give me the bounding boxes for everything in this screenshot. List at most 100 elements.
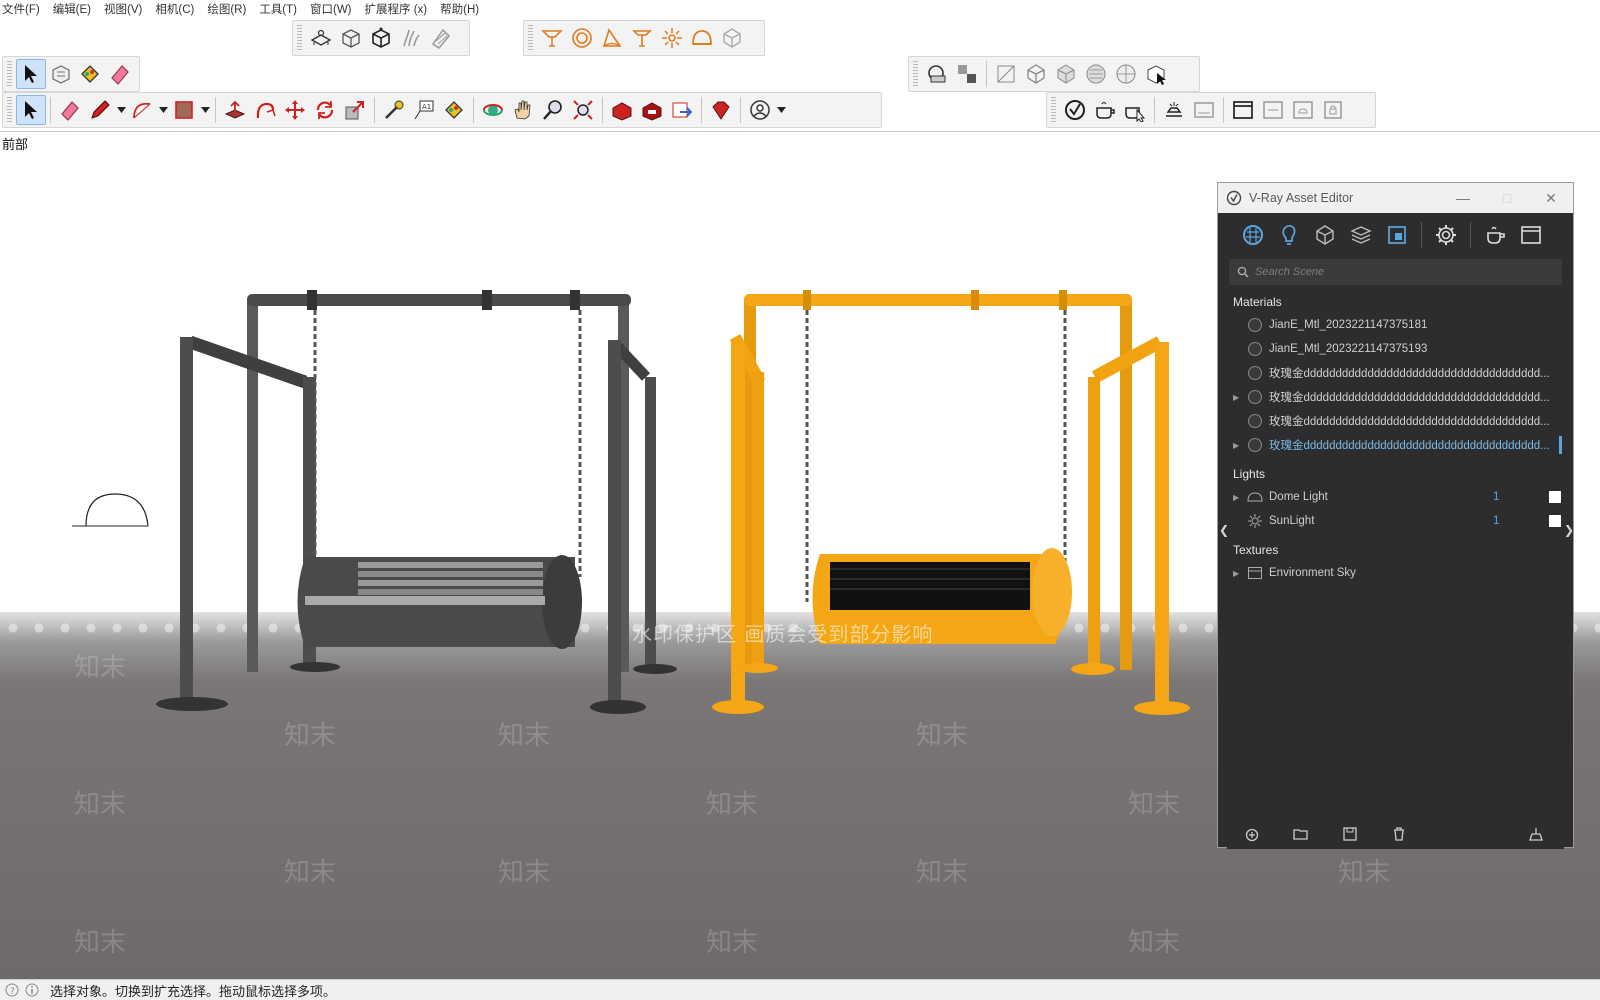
orbit-icon[interactable] [478, 95, 508, 125]
material-item[interactable]: JianE_Mtl_2023221147375193 [1227, 337, 1564, 361]
eraser-icon[interactable] [105, 59, 135, 89]
vray-ies-light-icon[interactable] [627, 23, 657, 53]
menu-tools[interactable]: 工具(T) [259, 1, 297, 17]
geometry-category-icon[interactable] [1307, 217, 1343, 253]
xray-icon[interactable] [991, 59, 1021, 89]
paint-tool-icon[interactable] [439, 95, 469, 125]
window-icon[interactable] [1228, 95, 1258, 125]
menu-window[interactable]: 窗口(W) [310, 1, 352, 17]
vray-logo-icon[interactable] [1060, 95, 1090, 125]
section-plane-icon[interactable] [922, 59, 952, 89]
arc-icon[interactable] [127, 95, 157, 125]
menu-help[interactable]: 帮助(H) [440, 1, 479, 17]
rotate-icon[interactable] [310, 95, 340, 125]
toolbar-grip[interactable] [297, 25, 302, 51]
frame-buffer-icon[interactable] [1189, 95, 1219, 125]
delete-icon[interactable] [1374, 826, 1423, 842]
scale-icon[interactable] [340, 95, 370, 125]
arc-dropdown-icon[interactable] [157, 95, 169, 125]
toolbar-grip[interactable] [7, 97, 12, 123]
add-asset-icon[interactable] [1227, 826, 1276, 842]
back-view-icon[interactable] [426, 23, 456, 53]
lights-category-icon[interactable] [1271, 217, 1307, 253]
move-icon[interactable] [280, 95, 310, 125]
expand-caret-icon[interactable]: ▶ [1233, 393, 1243, 402]
light-item[interactable]: SunLight 1 [1227, 509, 1564, 533]
vray-spot-light-icon[interactable] [597, 23, 627, 53]
lock-icon[interactable] [1318, 95, 1348, 125]
textures-category-icon[interactable] [1379, 217, 1415, 253]
render-teapot-icon[interactable] [1477, 217, 1513, 253]
follow-me-icon[interactable] [250, 95, 280, 125]
lights-section-header[interactable]: Lights [1227, 457, 1564, 485]
pencil-dropdown-icon[interactable] [115, 95, 127, 125]
iso-view-icon[interactable] [306, 23, 336, 53]
toolbar-grip[interactable] [7, 61, 12, 87]
text-icon[interactable]: A1 [409, 95, 439, 125]
purge-icon[interactable] [1511, 826, 1560, 842]
account-dropdown-icon[interactable] [775, 95, 787, 125]
light-item[interactable]: ▶ Dome Light 1 [1227, 485, 1564, 509]
rectangle-icon[interactable] [169, 95, 199, 125]
render-icon[interactable] [1090, 95, 1120, 125]
shaded-icon[interactable] [1081, 59, 1111, 89]
material-item[interactable]: ▶ 玫瑰金dddddddddddddddddddddddddddddddddddd… [1227, 433, 1564, 457]
material-item[interactable]: 玫瑰金ddddddddddddddddddddddddddddddddddddd… [1227, 361, 1564, 385]
rectangle-dropdown-icon[interactable] [199, 95, 211, 125]
pan-icon[interactable] [508, 95, 538, 125]
right-view-icon[interactable] [396, 23, 426, 53]
vray-dome-light-icon[interactable] [687, 23, 717, 53]
menu-file[interactable]: 文件(F) [2, 1, 40, 17]
material-item[interactable]: 玫瑰金ddddddddddddddddddddddddddddddddddddd… [1227, 409, 1564, 433]
texture-item[interactable]: ▶ Environment Sky [1227, 561, 1564, 585]
hidden-line-icon[interactable] [1051, 59, 1081, 89]
textures-section-header[interactable]: Textures [1227, 533, 1564, 561]
select-tool-icon[interactable] [16, 95, 46, 125]
component-select-icon[interactable] [1141, 59, 1171, 89]
frame-buffer-window-icon[interactable] [1513, 217, 1549, 253]
zoom-extents-icon[interactable] [568, 95, 598, 125]
menu-edit[interactable]: 编辑(E) [53, 1, 91, 17]
menu-view[interactable]: 视图(V) [104, 1, 142, 17]
collapse-right-icon[interactable]: ❯ [1564, 523, 1574, 537]
menu-extensions[interactable]: 扩展程序 (x) [365, 1, 428, 17]
account-icon[interactable] [745, 95, 775, 125]
tape-measure-icon[interactable] [379, 95, 409, 125]
search-input[interactable] [1255, 266, 1535, 278]
cloud-render-icon[interactable] [1288, 95, 1318, 125]
yellow-swing[interactable] [712, 290, 1190, 715]
info-icon[interactable] [24, 982, 40, 998]
render-elements-category-icon[interactable] [1343, 217, 1379, 253]
push-pull-icon[interactable] [220, 95, 250, 125]
top-view-icon[interactable] [336, 23, 366, 53]
geo-location-icon[interactable]: ? [4, 982, 20, 998]
light-enable-checkbox[interactable] [1549, 491, 1561, 503]
maximize-icon[interactable]: □ [1485, 190, 1529, 207]
open-file-icon[interactable] [1276, 826, 1325, 842]
paint-bucket-icon[interactable] [75, 59, 105, 89]
expand-caret-icon[interactable]: ▶ [1233, 493, 1243, 502]
select-icon[interactable] [15, 59, 46, 89]
vray-titlebar[interactable]: V-Ray Asset Editor — □ ✕ [1218, 183, 1573, 213]
vray-sphere-light-icon[interactable] [567, 23, 597, 53]
shaded-textures-icon[interactable] [1111, 59, 1141, 89]
toolbar-grip[interactable] [528, 25, 533, 51]
send-to-layout-icon[interactable] [667, 95, 697, 125]
save-icon[interactable] [1325, 826, 1374, 842]
zoom-icon[interactable] [538, 95, 568, 125]
menu-camera[interactable]: 相机(C) [155, 1, 194, 17]
pencil-icon[interactable] [85, 95, 115, 125]
front-view-icon[interactable] [366, 23, 396, 53]
vray-omni-light-icon[interactable] [657, 23, 687, 53]
lightmix-icon[interactable] [1159, 95, 1189, 125]
vray-mesh-light-icon[interactable] [717, 23, 747, 53]
materials-category-icon[interactable] [1235, 217, 1271, 253]
close-icon[interactable]: ✕ [1529, 190, 1573, 207]
gray-swing[interactable] [156, 290, 677, 714]
menu-draw[interactable]: 绘图(R) [207, 1, 246, 17]
expand-caret-icon[interactable]: ▶ [1233, 569, 1243, 578]
toolbar-grip[interactable] [1051, 97, 1056, 123]
ruby-console-icon[interactable] [706, 95, 736, 125]
settings-icon[interactable] [1428, 217, 1464, 253]
materials-section-header[interactable]: Materials [1227, 285, 1564, 313]
